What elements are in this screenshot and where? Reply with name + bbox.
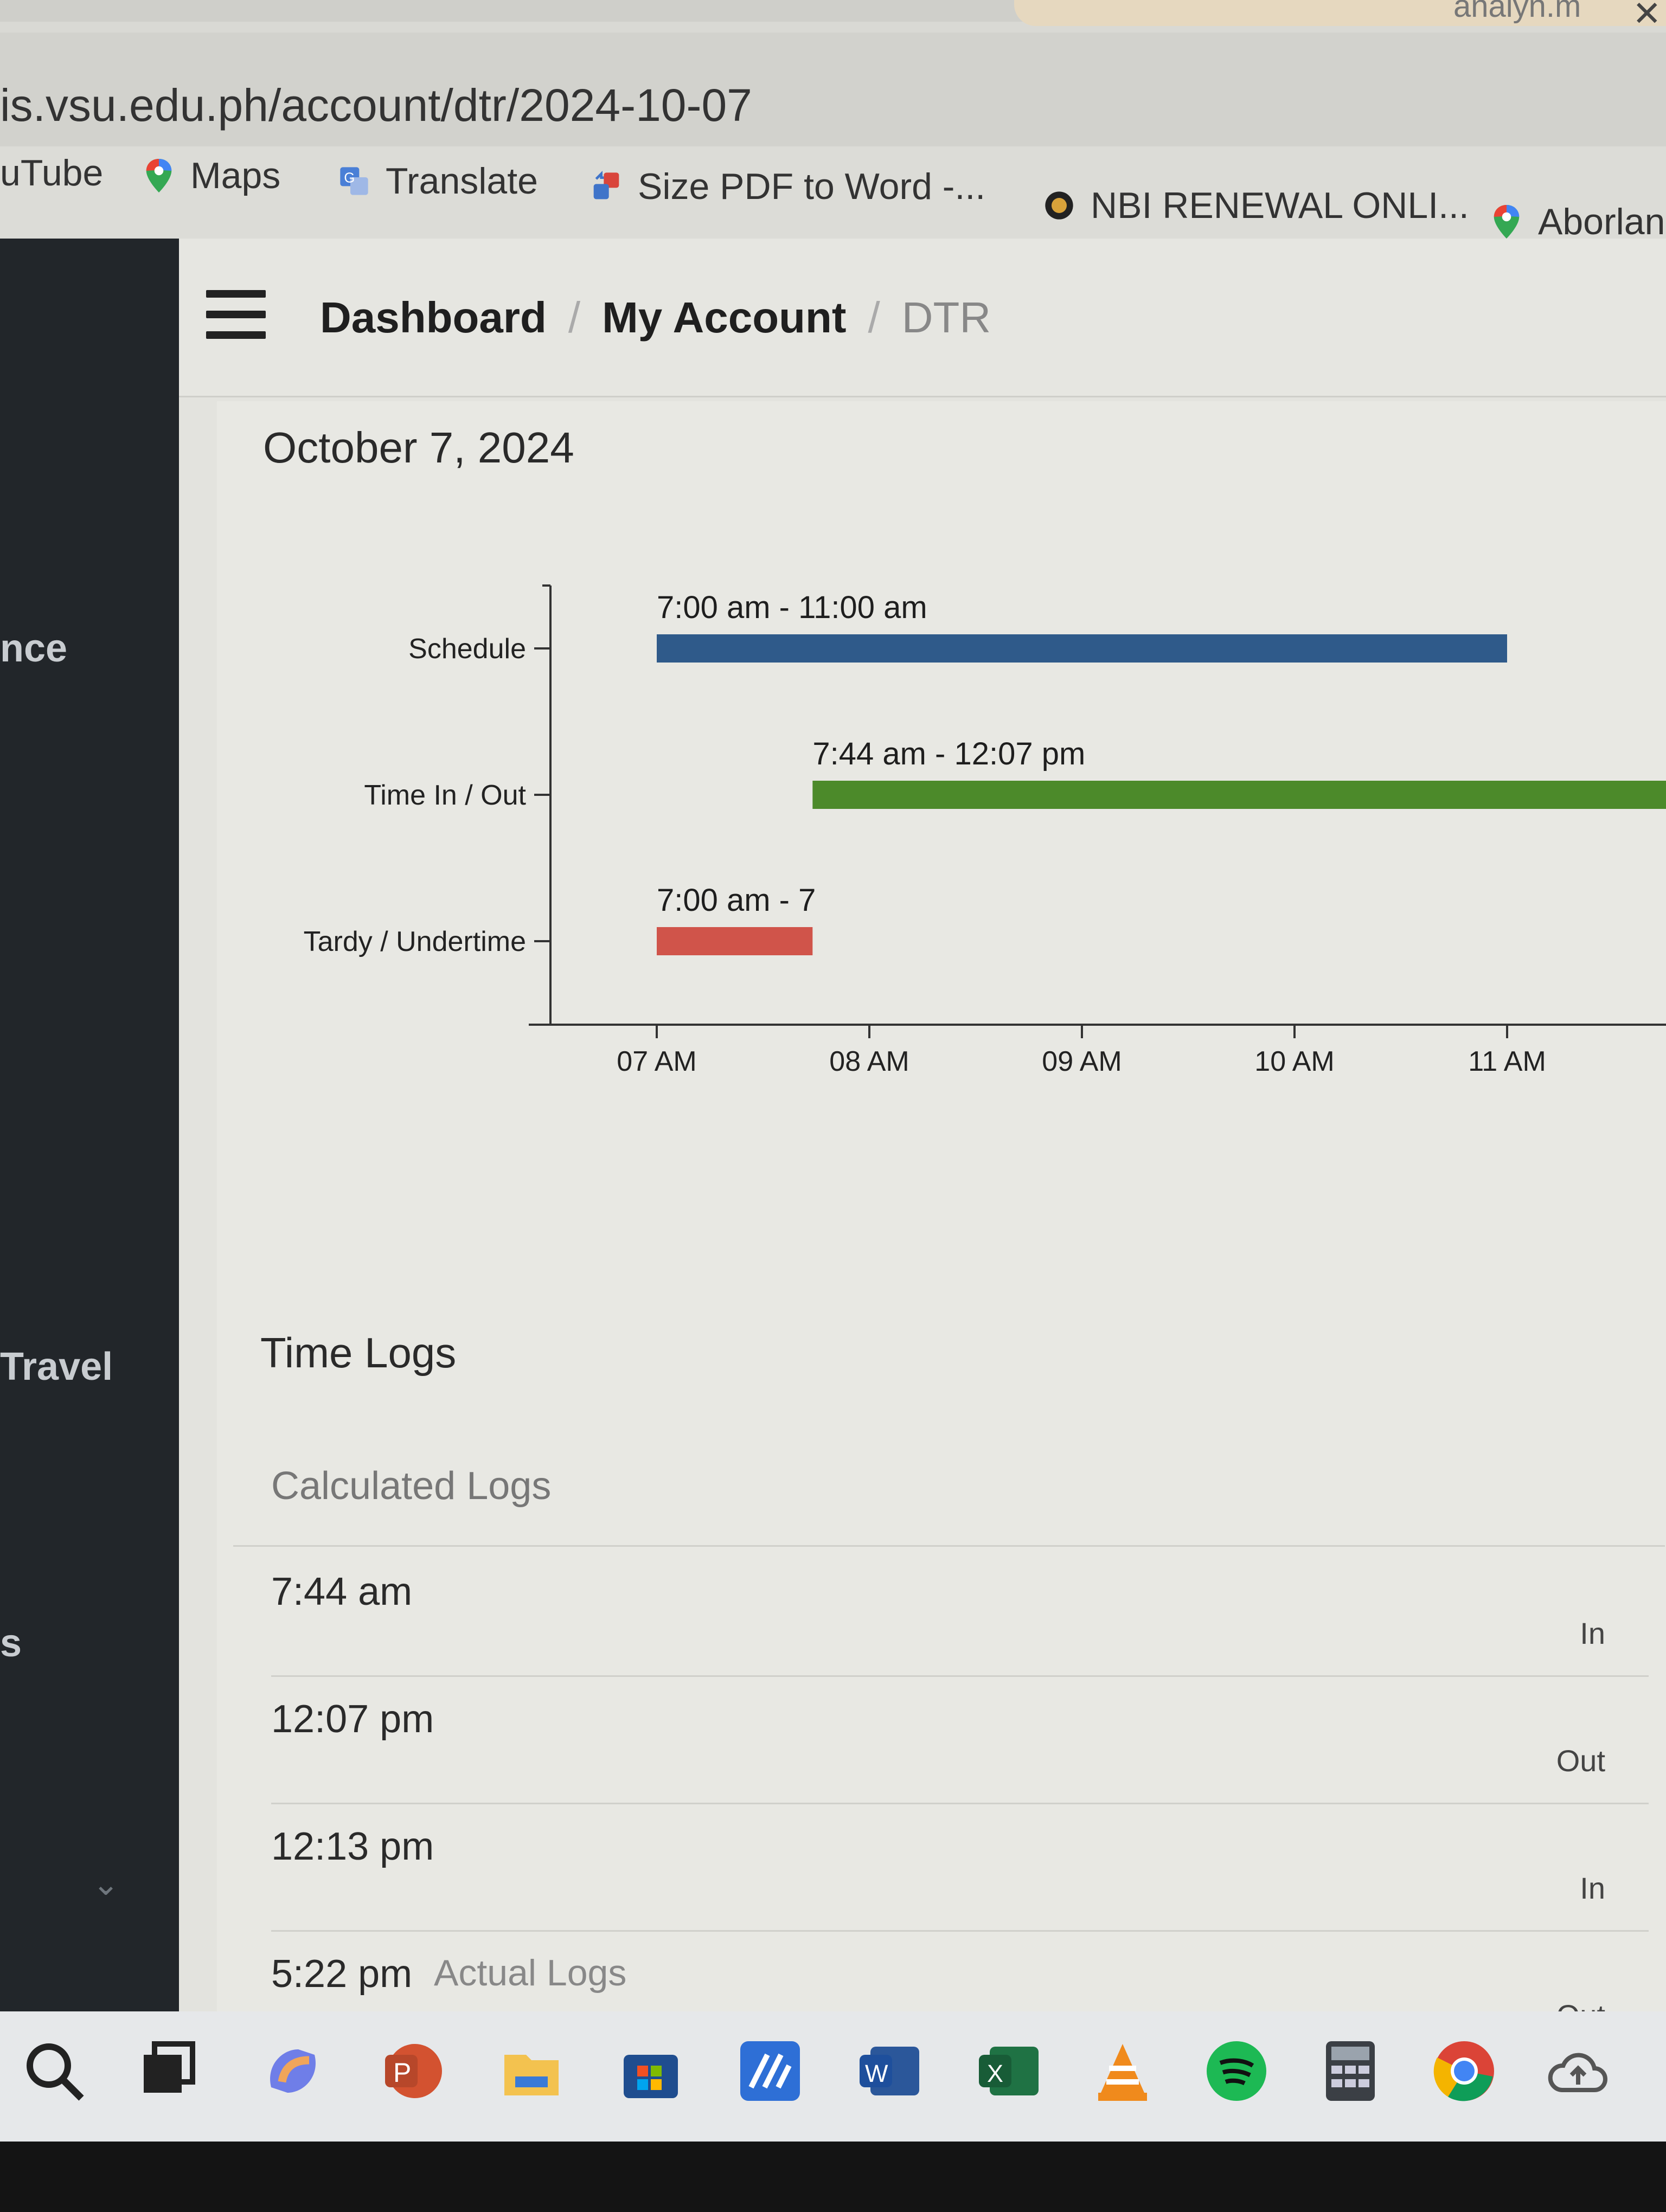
bar-label: 7:00 am - 11:00 am: [657, 590, 927, 625]
microsoft-store-icon[interactable]: [618, 2039, 683, 2104]
task-view-icon[interactable]: [136, 2039, 201, 2104]
calculator-icon[interactable]: [1318, 2039, 1383, 2104]
x-tick-label: 10 AM: [1254, 1046, 1334, 1077]
word-icon[interactable]: W: [857, 2039, 922, 2104]
log-row: 12:07 pm Out: [271, 1678, 1649, 1804]
calculated-logs-title: Calculated Logs: [271, 1464, 552, 1508]
svg-text:W: W: [865, 2060, 888, 2087]
breadcrumb-my-account[interactable]: My Account: [602, 293, 846, 342]
log-type: Out: [1556, 1744, 1605, 1778]
excel-icon[interactable]: X: [976, 2039, 1041, 2104]
vlc-icon[interactable]: [1090, 2039, 1155, 2104]
bar-label: 7:44 am - 12:07 pm: [812, 736, 1085, 771]
bookmark-label: Aborlan: [1538, 201, 1665, 242]
sidebar: nce Travel s ⌄: [0, 239, 179, 2011]
log-row: 7:44 am In: [271, 1551, 1649, 1677]
breadcrumb-dashboard[interactable]: Dashboard: [320, 293, 547, 342]
x-tick-label: 11 AM: [1468, 1046, 1546, 1077]
log-type: In: [1580, 1616, 1605, 1650]
svg-text:G: G: [344, 170, 355, 185]
divider: [233, 1545, 1665, 1547]
bookmark-translate[interactable]: G Translate: [339, 160, 538, 202]
log-type: In: [1580, 1871, 1605, 1905]
bookmark-label: Translate: [386, 160, 538, 202]
svg-text:X: X: [987, 2060, 1003, 2087]
log-row: 12:13 pm In: [271, 1805, 1649, 1932]
svg-text:P: P: [393, 2057, 411, 2088]
file-explorer-icon[interactable]: [499, 2039, 564, 2104]
address-bar[interactable]: is.vsu.edu.ph/account/dtr/2024-10-07: [0, 33, 1666, 146]
bookmark-label: uTube: [0, 152, 104, 194]
breadcrumb-dtr: DTR: [901, 293, 991, 342]
maps-pin-icon: [1494, 205, 1520, 239]
screen-bezel: [0, 2142, 1666, 2212]
cloud-icon[interactable]: [1546, 2039, 1611, 2104]
actual-logs-title: Actual Logs: [434, 1952, 627, 1994]
maps-pin-icon: [146, 159, 172, 192]
chrome-icon[interactable]: [1432, 2039, 1497, 2104]
breadcrumb-separator: /: [568, 293, 581, 342]
bookmark-pdf-to-word[interactable]: Size PDF to Word -...: [591, 165, 985, 208]
breadcrumb-separator: /: [868, 293, 880, 342]
search-icon[interactable]: [22, 2039, 87, 2104]
bookmark-youtube[interactable]: uTube: [0, 152, 103, 194]
sidebar-item-travel[interactable]: Travel: [0, 1345, 113, 1389]
bookmark-label: NBI RENEWAL ONLI...: [1091, 185, 1469, 226]
dtr-timeline-chart: Schedule Time In / Out Tardy / Undertime 07…: [304, 584, 1666, 1077]
bookmark-label: Size PDF to Word -...: [638, 166, 986, 207]
pdf-convert-icon: [593, 171, 619, 200]
bookmark-label: Maps: [190, 155, 281, 196]
bookmark-aborlan[interactable]: Aborlan: [1491, 201, 1665, 243]
bookmark-nbi[interactable]: NBI RENEWAL ONLI...: [1044, 184, 1469, 227]
sidebar-item-attendance[interactable]: nce: [0, 626, 67, 671]
sidebar-item-truncated[interactable]: s: [0, 1621, 22, 1666]
url-text[interactable]: is.vsu.edu.ph/account/dtr/2024-10-07: [0, 79, 752, 132]
profile-name[interactable]: analyn.m: [1453, 0, 1581, 24]
timeline-bar: [657, 927, 813, 955]
menu-icon[interactable]: [206, 290, 266, 339]
time-logs-title: Time Logs: [260, 1329, 457, 1377]
powerpoint-icon[interactable]: P: [380, 2039, 445, 2104]
x-tick-label: 08 AM: [829, 1046, 909, 1077]
chevron-down-icon[interactable]: ⌄: [92, 1865, 119, 1903]
timeline-bar: [657, 634, 1507, 663]
y-tick-label: Time In / Out: [364, 780, 526, 811]
spotify-icon[interactable]: [1204, 2039, 1269, 2104]
bar-label: 7:00 am - 7: [657, 883, 816, 918]
close-icon[interactable]: ✕: [1632, 0, 1662, 34]
log-time: 12:13 pm: [271, 1825, 434, 1868]
x-tick-label: 07 AM: [617, 1046, 696, 1077]
y-tick-label: Tardy / Undertime: [304, 926, 526, 957]
x-tick-label: 09 AM: [1042, 1046, 1122, 1077]
translate-icon: G: [340, 167, 368, 195]
taskbar: P W X: [0, 2011, 1666, 2142]
dtr-content: October 7, 2024 Schedule Time In / Out Tar…: [217, 401, 1666, 2033]
app-icon[interactable]: [738, 2039, 803, 2104]
breadcrumb: Dashboard / My Account / DTR: [320, 293, 991, 343]
log-time: 7:44 am: [271, 1570, 413, 1613]
y-tick-label: Schedule: [408, 633, 526, 665]
bookmark-maps[interactable]: Maps: [144, 155, 280, 197]
timeline-bar: [812, 781, 1666, 809]
log-time: 5:22 pm: [271, 1952, 413, 1996]
nbi-icon: [1045, 191, 1073, 220]
top-bar: Dashboard / My Account / DTR: [179, 239, 1666, 397]
log-time: 12:07 pm: [271, 1697, 434, 1741]
main-area: Dashboard / My Account / DTR October 7, 2024…: [179, 239, 1666, 2033]
copilot-icon[interactable]: [260, 2039, 325, 2104]
